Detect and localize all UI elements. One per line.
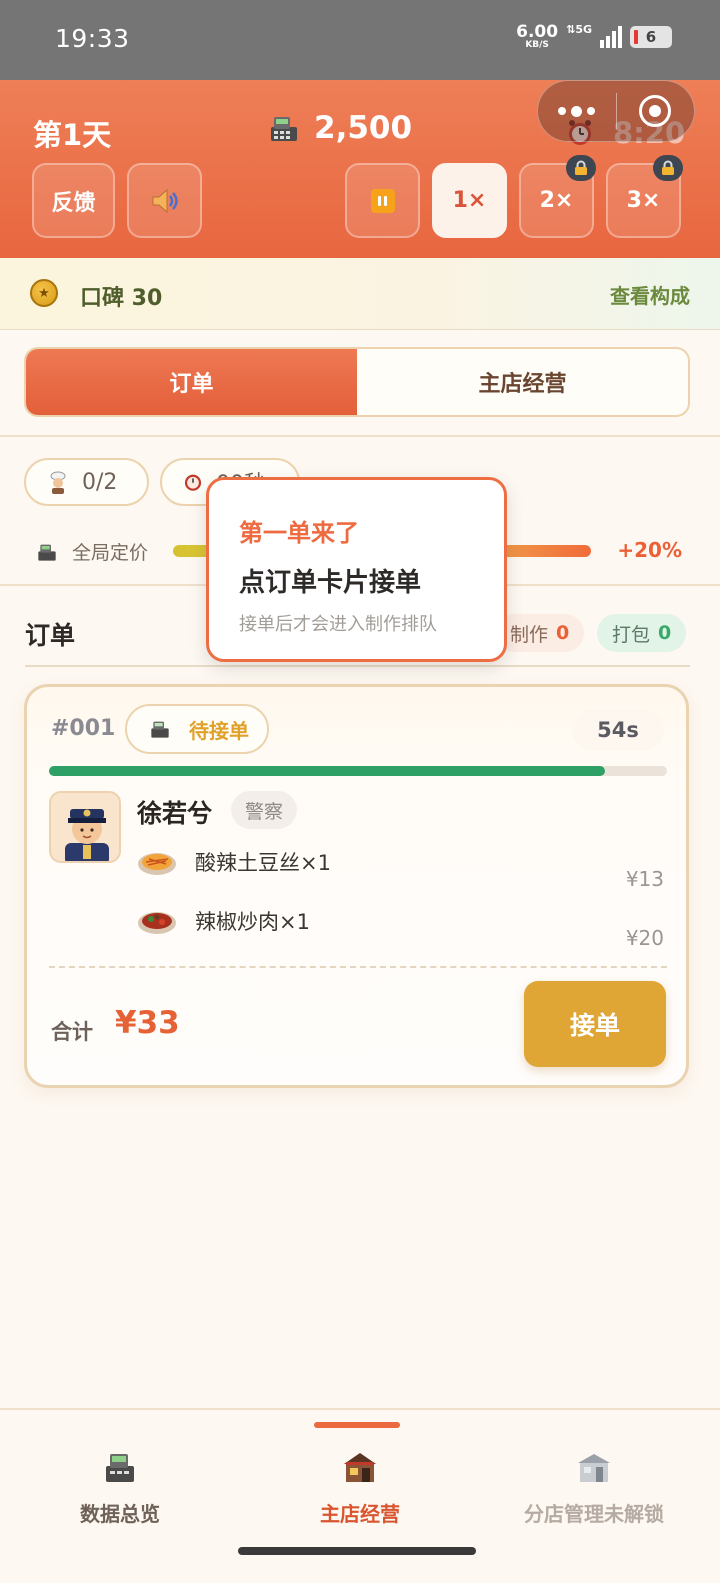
dish-name: 辣椒炒肉×1 <box>195 910 310 934</box>
customer-role-badge: 警察 <box>231 791 298 829</box>
tooltip-instruction: 点订单卡片接单 <box>239 568 422 598</box>
speed-2x-button[interactable]: 2× <box>519 155 596 238</box>
cash-register-icon <box>151 721 169 738</box>
divider <box>25 665 690 667</box>
cash-register-icon <box>38 544 56 561</box>
net-speed-unit: KB/S <box>525 40 549 50</box>
dish-name: 酸辣土豆丝×1 <box>195 851 331 875</box>
global-pricing-label: 全局定价 <box>36 538 148 565</box>
making-count-chip: 制作 0 <box>495 614 585 652</box>
more-dots-icon[interactable] <box>538 105 616 117</box>
status-bar: 19:33 6.00 KB/S ⇅5G 6 <box>0 0 720 80</box>
order-progress-bar <box>49 766 667 776</box>
customer-name: 徐若兮 <box>137 799 213 828</box>
nav-label: 主店经营 <box>320 1502 400 1526</box>
potato-dish-icon <box>138 853 176 875</box>
signal-icon <box>600 26 622 48</box>
cash-register-icon <box>106 1454 134 1482</box>
cash-register-icon <box>271 117 297 141</box>
target-icon[interactable] <box>617 95 695 127</box>
status-indicators: 6.00 KB/S ⇅5G 6 <box>516 22 672 50</box>
divider <box>0 435 720 437</box>
order-countdown: 54s <box>572 709 664 751</box>
branch-store-icon <box>578 1454 610 1482</box>
police-avatar-icon <box>65 809 109 861</box>
speed-3x-label: 3× <box>626 188 661 213</box>
bottom-nav: 数据总览 主店经营 分店管理未解锁 <box>0 1408 720 1583</box>
divider <box>49 966 667 968</box>
chef-count: 0/2 <box>82 469 118 495</box>
feedback-button[interactable]: 反馈 <box>32 163 115 238</box>
lock-icon <box>566 155 596 181</box>
battery-level: 6 <box>645 28 657 46</box>
chili-pork-dish-icon <box>138 912 176 934</box>
speed-1x-button[interactable]: 1× <box>432 163 507 238</box>
nav-item-branch[interactable]: 分店管理未解锁 <box>474 1410 714 1540</box>
net-speed-value: 6.00 <box>516 22 559 42</box>
main-tabs: 订单 主店经营 <box>24 347 690 417</box>
order-progress-fill <box>49 766 606 776</box>
list-item: 酸辣土豆丝×1 <box>137 847 331 877</box>
status-badge: 待接单 <box>125 704 269 754</box>
orders-title: 订单 <box>25 621 76 650</box>
dish-price: ¥13 <box>625 867 664 891</box>
list-item: 辣椒炒肉×1 <box>137 906 310 936</box>
packing-count-chip: 打包 0 <box>597 614 687 652</box>
total-label: 合计 <box>51 1020 93 1044</box>
money-display: 2,500 <box>268 110 412 146</box>
miniprogram-capsule <box>537 80 695 142</box>
total-value: ¥33 <box>115 1005 180 1041</box>
pause-icon <box>370 188 395 213</box>
day-label: 第1天 <box>33 118 112 152</box>
view-composition-link[interactable]: 查看构成 <box>610 280 690 309</box>
restaurant-icon <box>344 1453 376 1482</box>
avatar <box>49 791 121 863</box>
nav-label: 数据总览 <box>80 1502 160 1526</box>
lock-icon <box>653 155 683 181</box>
accept-order-button[interactable]: 接单 <box>524 981 666 1067</box>
nav-item-overview[interactable]: 数据总览 <box>0 1410 240 1540</box>
status-time: 19:33 <box>55 24 130 53</box>
making-count: 0 <box>556 622 570 644</box>
sound-button[interactable] <box>127 163 202 238</box>
tooltip-title: 第一单来了 <box>239 519 359 547</box>
network-type: ⇅5G <box>566 22 592 36</box>
reputation-text: 口碑 30 <box>80 286 163 311</box>
alarm-clock-icon <box>184 474 202 491</box>
network-speed: 6.00 KB/S <box>516 24 558 50</box>
order-card[interactable]: #001 待接单 54s 徐若兮 警察 酸辣土豆丝×1 ¥13 辣椒炒肉×1 ¥… <box>24 684 689 1088</box>
speaker-icon <box>152 188 178 213</box>
money-value: 2,500 <box>314 110 413 146</box>
speed-3x-button[interactable]: 3× <box>606 155 683 238</box>
dish-price: ¥20 <box>625 926 664 950</box>
packing-count: 0 <box>658 622 672 644</box>
tutorial-tooltip: 第一单来了 点订单卡片接单 接单后才会进入制作排队 <box>206 477 507 662</box>
chef-icon <box>50 471 66 494</box>
order-id: #001 <box>51 716 116 741</box>
pause-button[interactable] <box>345 163 420 238</box>
nav-item-main-store[interactable]: 主店经营 <box>240 1410 480 1540</box>
chef-count-pill: 0/2 <box>24 458 149 506</box>
tooltip-hint: 接单后才会进入制作排队 <box>239 614 437 635</box>
status-text: 待接单 <box>189 718 249 743</box>
nav-label: 分店管理未解锁 <box>524 1502 664 1526</box>
coin-icon: ★ <box>30 279 58 307</box>
pricing-label: 全局定价 <box>72 542 149 564</box>
pricing-value: +20% <box>617 538 682 562</box>
home-indicator <box>238 1547 476 1555</box>
battery-icon: 6 <box>630 26 672 48</box>
game-header: 第1天 2,500 8:20 反馈 1× 2× 3× <box>0 80 720 258</box>
packing-label: 打包 <box>612 623 651 646</box>
speed-2x-label: 2× <box>539 188 574 213</box>
tab-orders[interactable]: 订单 <box>26 349 357 415</box>
reputation-bar: ★ 口碑 30 查看构成 <box>0 258 720 330</box>
tab-main-store[interactable]: 主店经营 <box>357 349 688 415</box>
making-label: 制作 <box>510 623 549 646</box>
